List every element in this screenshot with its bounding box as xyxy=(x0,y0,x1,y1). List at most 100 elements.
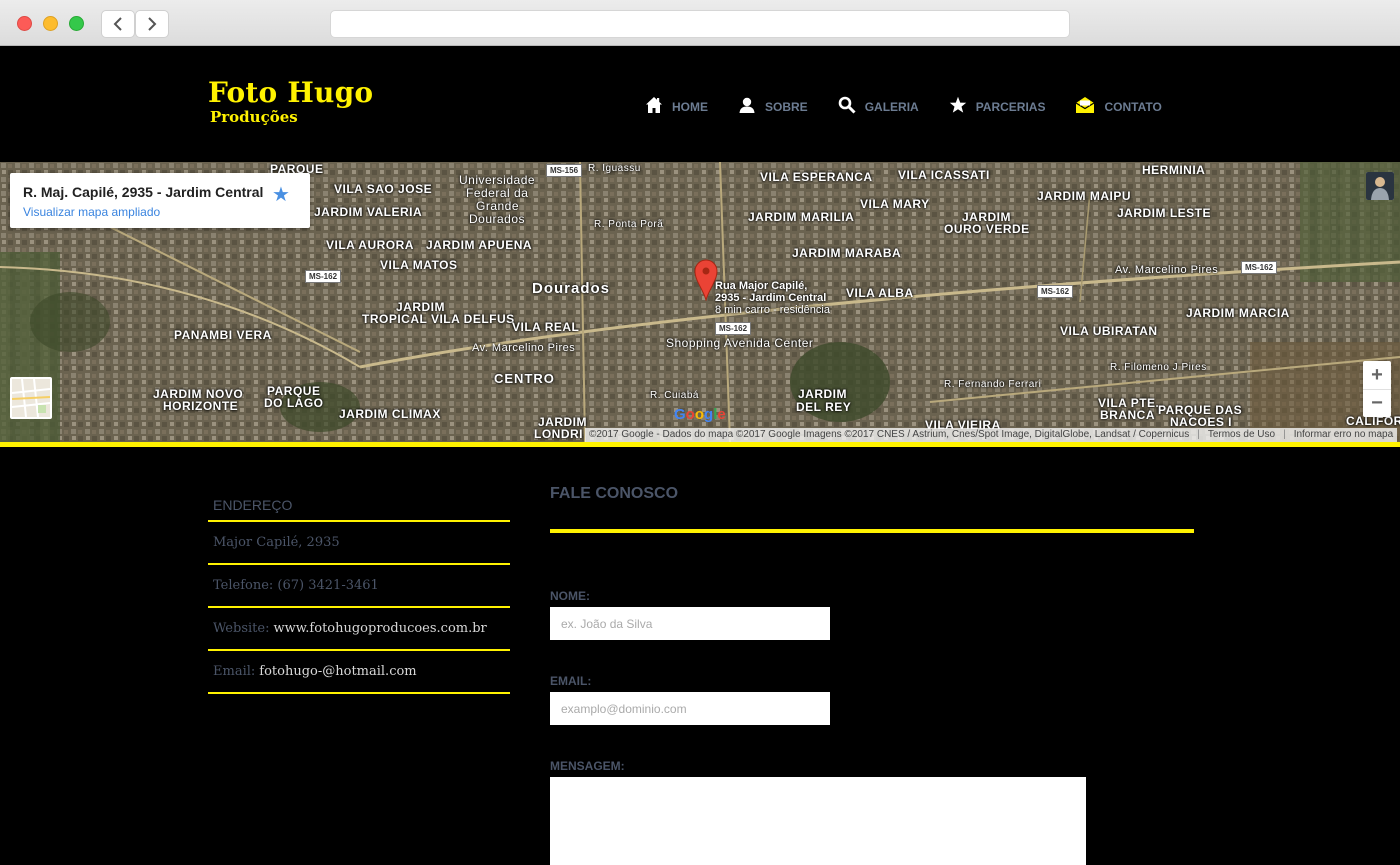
main-menu: HOME SOBRE GALERIA PARCERIAS CONTATO xyxy=(645,96,1192,114)
map-label: TROPICAL VILA DELFUS xyxy=(362,312,515,326)
google-logo: Google xyxy=(674,406,726,423)
road-shield: MS-162 xyxy=(1037,285,1074,298)
map-label: JARDIM VALERIA xyxy=(314,205,423,219)
map-label: Grande xyxy=(476,199,520,213)
zoom-out-button[interactable]: − xyxy=(1363,389,1391,417)
terms-link[interactable]: Termos de Uso xyxy=(1208,429,1275,441)
map-copyright: ©2017 Google - Dados do mapa ©2017 Googl… xyxy=(589,429,1190,440)
map-label: Av. Marcelino Pires xyxy=(1115,264,1219,276)
map-label: JARDIM MARCIA xyxy=(1186,306,1290,320)
google-map[interactable]: PARQUE VILA SAO JOSE Universidade Federa… xyxy=(0,162,1400,442)
email-link[interactable]: fotohugo-@hotmail.com xyxy=(259,664,416,679)
map-label: VILA ESPERANCA xyxy=(760,170,873,184)
map-label: VILA ALBA xyxy=(846,286,914,300)
menu-item-parcerias[interactable]: PARCERIAS xyxy=(949,96,1046,114)
name-input[interactable] xyxy=(550,607,830,640)
map-label: Dourados xyxy=(532,280,611,297)
address-text: Major Capilé, 2935 xyxy=(213,535,340,550)
map-label: R. Fernando Ferrari xyxy=(944,379,1042,390)
chevron-left-icon xyxy=(113,17,122,31)
logo-subtitle: Produções xyxy=(210,108,298,126)
map-label: VILA SAO JOSE xyxy=(334,182,433,196)
contact-form: FALE CONOSCO NOME: EMAIL: MENSAGEM: xyxy=(550,485,1194,865)
map-label: R. Iguassu xyxy=(588,163,641,174)
zoom-controls: + − xyxy=(1363,361,1391,417)
site-header: Foto Hugo Produções HOME SOBRE GALERIA P… xyxy=(0,46,1400,162)
menu-item-sobre[interactable]: SOBRE xyxy=(738,96,808,114)
minimize-window-button[interactable] xyxy=(43,16,58,31)
pin-subtitle: 8 min carro - residência xyxy=(715,304,830,316)
magnifier-icon xyxy=(838,96,856,114)
site-logo[interactable]: Foto Hugo Produções xyxy=(208,78,373,127)
website-row: Website: www.fotohugoproducoes.com.br xyxy=(208,608,510,651)
email-label: Email: xyxy=(213,664,256,679)
map-label: Universidade xyxy=(459,173,536,187)
map-label: Federal da xyxy=(466,186,529,200)
back-button[interactable] xyxy=(101,10,135,38)
website-label: Website: xyxy=(213,621,270,636)
menu-label: CONTATO xyxy=(1104,100,1162,114)
map-label: BRANCA xyxy=(1100,408,1155,422)
map-label: DO LAGO xyxy=(264,396,324,410)
map-label: LONDRI xyxy=(534,427,583,441)
envelope-icon xyxy=(1076,97,1095,113)
menu-label: PARCERIAS xyxy=(975,100,1046,114)
address-heading: ENDEREÇO xyxy=(208,485,510,522)
message-textarea[interactable] xyxy=(550,777,1086,865)
map-address: R. Maj. Capilé, 2935 - Jardim Central xyxy=(23,184,264,200)
map-label: DEL REY xyxy=(796,400,852,414)
menu-label: SOBRE xyxy=(765,100,808,114)
map-label: CENTRO xyxy=(494,371,555,386)
map-label: Shopping Avenida Center xyxy=(666,336,814,350)
map-label: VILA AURORA xyxy=(326,238,414,252)
map-label: JARDIM MARILIA xyxy=(748,210,855,224)
menu-label: HOME xyxy=(672,100,708,114)
save-star-icon[interactable]: ★ xyxy=(272,182,290,207)
map-label: HORIZONTE xyxy=(163,399,239,413)
house-icon xyxy=(646,97,662,113)
contact-title: FALE CONOSCO xyxy=(550,485,679,502)
person-icon xyxy=(739,97,755,113)
browser-chrome xyxy=(0,0,1400,46)
phone-text: Telefone: (67) 3421-3461 xyxy=(213,578,379,593)
road-shield: MS-156 xyxy=(546,164,583,177)
street-view-pegman-icon[interactable] xyxy=(1366,172,1394,200)
zoom-in-button[interactable]: + xyxy=(1363,361,1391,389)
map-label: VILA MATOS xyxy=(380,258,458,272)
menu-item-contato[interactable]: CONTATO xyxy=(1075,96,1162,114)
pin-title-line1: Rua Major Capilé, xyxy=(715,280,808,292)
email-field-label: EMAIL: xyxy=(550,674,592,688)
website-link[interactable]: www.fotohugoproducoes.com.br xyxy=(273,621,486,636)
address-row: Major Capilé, 2935 xyxy=(208,522,510,565)
map-attribution: ©2017 Google - Dados do mapa ©2017 Googl… xyxy=(585,428,1398,442)
message-label: MENSAGEM: xyxy=(550,759,625,773)
map-label: JARDIM APUENA xyxy=(426,238,533,252)
map-label: Dourados xyxy=(469,212,526,226)
map-label: JARDIM CLIMAX xyxy=(339,407,441,421)
name-label: NOME: xyxy=(550,589,590,603)
map-label: JARDIM MAIPU xyxy=(1037,189,1132,203)
map-label: VILA ICASSATI xyxy=(898,168,990,182)
map-label: JARDIM LESTE xyxy=(1117,206,1212,220)
map-label: VILA UBIRATAN xyxy=(1060,324,1158,338)
view-larger-map-link[interactable]: Visualizar mapa ampliado xyxy=(23,205,160,219)
close-window-button[interactable] xyxy=(17,16,32,31)
road-shield: MS-162 xyxy=(715,322,752,335)
maximize-window-button[interactable] xyxy=(69,16,84,31)
map-label: NACOES I xyxy=(1170,415,1233,429)
pin-title-line2: 2935 - Jardim Central xyxy=(715,292,827,304)
map-label: VILA REAL xyxy=(512,320,580,334)
menu-item-home[interactable]: HOME xyxy=(645,96,708,114)
report-error-link[interactable]: Informar erro no mapa xyxy=(1294,429,1394,441)
forward-button[interactable] xyxy=(135,10,169,38)
email-input[interactable] xyxy=(550,692,830,725)
map-label: Av. Marcelino Pires xyxy=(472,342,576,354)
menu-item-galeria[interactable]: GALERIA xyxy=(838,96,919,114)
address-bar[interactable] xyxy=(330,10,1070,38)
address-panel: ENDEREÇO Major Capilé, 2935 Telefone: (6… xyxy=(208,485,510,694)
map-type-toggle[interactable] xyxy=(10,377,52,419)
star-icon xyxy=(949,96,966,113)
map-info-card: R. Maj. Capilé, 2935 - Jardim Central Vi… xyxy=(10,173,310,228)
pin-label: Rua Major Capilé, 2935 - Jardim Central … xyxy=(715,280,830,316)
map-label: VILA MARY xyxy=(860,197,930,211)
